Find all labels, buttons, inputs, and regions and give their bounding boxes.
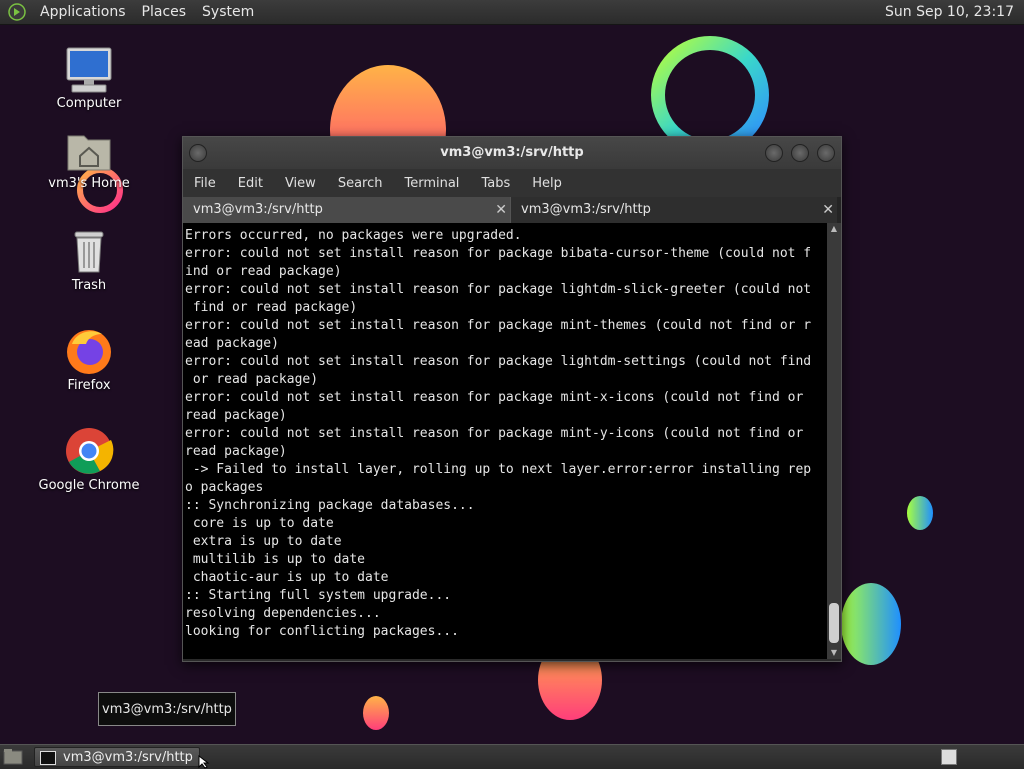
top-panel: Applications Places System Sun Sep 10, 2…	[0, 0, 1024, 25]
mouse-cursor-icon	[198, 755, 210, 769]
tab-label: vm3@vm3:/srv/http	[521, 202, 651, 217]
menu-help[interactable]: Help	[521, 176, 573, 191]
tab-close-icon[interactable]: ✕	[495, 197, 507, 223]
distro-logo-icon[interactable]	[8, 3, 26, 21]
panel-clock[interactable]: Sun Sep 10, 23:17	[885, 4, 1024, 20]
desktop-icon-label: Firefox	[67, 378, 111, 393]
taskbar-window-label: vm3@vm3:/srv/http	[63, 750, 193, 765]
window-title: vm3@vm3:/srv/http	[440, 145, 584, 160]
terminal-menubar: File Edit View Search Terminal Tabs Help	[183, 169, 841, 197]
desktop-icon-label: vm3's Home	[48, 176, 130, 191]
terminal-icon	[40, 751, 56, 765]
desktop-icon-computer[interactable]: Computer	[34, 46, 144, 111]
scroll-thumb[interactable]	[829, 603, 839, 643]
desktop-icon-firefox[interactable]: Firefox	[34, 326, 144, 393]
taskbar-tooltip: vm3@vm3:/srv/http	[98, 692, 236, 726]
close-button[interactable]	[817, 144, 835, 162]
bottom-panel: vm3@vm3:/srv/http	[0, 744, 1024, 769]
menu-edit[interactable]: Edit	[227, 176, 274, 191]
show-desktop-icon[interactable]	[2, 747, 24, 767]
trash-icon	[74, 231, 104, 273]
terminal-tabbar: vm3@vm3:/srv/http ✕ vm3@vm3:/srv/http ✕	[183, 197, 841, 223]
menu-search[interactable]: Search	[327, 176, 394, 191]
scroll-down-arrow-icon[interactable]: ▼	[827, 647, 841, 659]
home-folder-icon	[67, 135, 111, 171]
tab-close-icon[interactable]: ✕	[822, 197, 834, 223]
window-menu-button[interactable]	[189, 144, 207, 162]
tab-label: vm3@vm3:/srv/http	[193, 202, 323, 217]
menu-tabs[interactable]: Tabs	[470, 176, 521, 191]
desktop-icon-trash[interactable]: Trash	[34, 228, 144, 293]
workspace-switcher[interactable]	[941, 749, 957, 765]
window-titlebar[interactable]: vm3@vm3:/srv/http	[183, 137, 841, 169]
desktop-icon-home[interactable]: vm3's Home	[34, 128, 144, 191]
desktop-icon-label: Trash	[71, 278, 107, 293]
firefox-icon	[67, 330, 111, 374]
menu-view[interactable]: View	[274, 176, 327, 191]
terminal-output-text: Errors occurred, no packages were upgrad…	[185, 228, 812, 639]
menu-terminal[interactable]: Terminal	[393, 176, 470, 191]
places-menu[interactable]: Places	[134, 4, 195, 20]
taskbar-window-button[interactable]: vm3@vm3:/srv/http	[34, 747, 200, 767]
chrome-icon	[66, 428, 114, 474]
terminal-scrollbar[interactable]: ▲ ▼	[827, 223, 841, 659]
scroll-up-arrow-icon[interactable]: ▲	[827, 223, 841, 235]
desktop-icon-label: Google Chrome	[38, 478, 140, 493]
minimize-button[interactable]	[765, 144, 783, 162]
terminal-tab-1[interactable]: vm3@vm3:/srv/http ✕	[183, 197, 510, 223]
terminal-output-area[interactable]: Errors occurred, no packages were upgrad…	[183, 223, 841, 659]
system-menu[interactable]: System	[194, 4, 262, 20]
maximize-button[interactable]	[791, 144, 809, 162]
desktop-icon-chrome[interactable]: Google Chrome	[34, 426, 144, 493]
applications-menu[interactable]: Applications	[32, 4, 134, 20]
menu-file[interactable]: File	[183, 176, 227, 191]
desktop-icon-label: Computer	[56, 96, 122, 111]
terminal-tab-2[interactable]: vm3@vm3:/srv/http ✕	[510, 197, 837, 223]
computer-icon	[66, 47, 112, 93]
terminal-window[interactable]: vm3@vm3:/srv/http File Edit View Search …	[182, 136, 842, 662]
